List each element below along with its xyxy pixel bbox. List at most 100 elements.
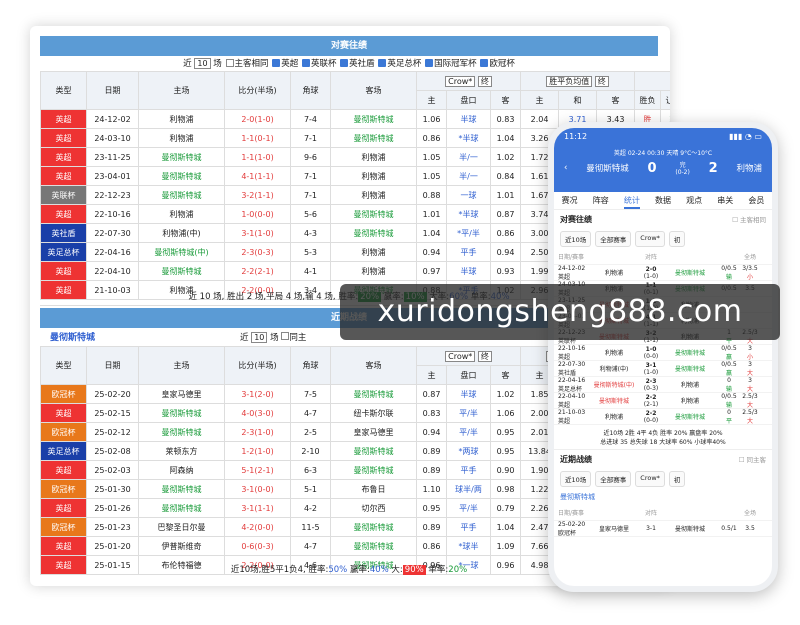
col-header: 角球 [290, 346, 331, 385]
home-team[interactable]: 曼彻斯特城 [138, 261, 225, 281]
away-team[interactable]: 曼彻斯特城 [330, 128, 417, 148]
tag-checkbox[interactable] [480, 59, 489, 67]
score: 3-1(1-1) [224, 498, 291, 518]
odds-select[interactable]: Crow* [445, 350, 476, 362]
tab-item[interactable]: 观点 [686, 192, 702, 209]
tag-checkbox[interactable] [272, 59, 281, 67]
teams: ‹ 曼彻斯特城 0 完 (0-2) 2 利物浦 [554, 160, 772, 177]
same-toggle[interactable]: ☐ 主客相同 [732, 214, 766, 225]
corners: 4-7 [290, 403, 331, 423]
home-team[interactable]: 曼彻斯特城(中) [138, 242, 225, 262]
type-badge: 英联杯 [40, 185, 87, 205]
filter-chip[interactable]: 初 [668, 231, 686, 247]
away-team[interactable]: 曼彻斯特城 [330, 536, 417, 556]
tab-item[interactable]: 串关 [717, 192, 733, 209]
away-team[interactable]: 皇家马德里 [330, 422, 417, 442]
league: 英超 [613, 150, 626, 157]
end-select[interactable]: 终 [477, 350, 492, 362]
filter-chip[interactable]: 全部赛事 [595, 231, 632, 247]
odds-select[interactable]: Crow* [445, 75, 476, 87]
back-icon[interactable]: ‹ [564, 163, 567, 173]
home-team[interactable]: 皇家马德里 [138, 384, 225, 404]
away-team[interactable]: 利物浦 [736, 162, 762, 174]
tab-item[interactable]: 赛况 [562, 192, 578, 209]
tag-checkbox[interactable] [301, 59, 310, 67]
home-team[interactable]: 曼彻斯特城 [586, 162, 629, 174]
col-header: 盘口 [446, 90, 491, 110]
home-team[interactable]: 利物浦 [138, 128, 225, 148]
away-team[interactable]: 利物浦 [330, 185, 417, 205]
same-checkbox[interactable] [225, 59, 234, 67]
home-team[interactable]: 曼彻斯特城 [138, 166, 225, 186]
away-team[interactable]: 曼彻斯特城 [330, 441, 417, 461]
tag-checkbox[interactable] [425, 59, 434, 67]
away-team[interactable]: 曼彻斯特城 [330, 223, 417, 243]
tab-item[interactable]: 统计 [623, 192, 640, 209]
home-team[interactable]: 莱顿东方 [138, 441, 225, 461]
tab-item[interactable]: 阵容 [593, 192, 609, 209]
home-team[interactable]: 巴黎圣日尔曼 [138, 517, 225, 537]
end-select[interactable]: 终 [477, 75, 492, 87]
away: 曼彻斯特城 [674, 270, 705, 277]
col-header: 日期 [86, 346, 139, 385]
filter-chip[interactable]: 近10场 [560, 471, 592, 487]
away-team[interactable]: 曼彻斯特城 [330, 204, 417, 224]
home-team[interactable]: 阿森纳 [138, 460, 225, 480]
avg-select-cell[interactable]: 胜平负均值 终 [520, 71, 636, 91]
list-item[interactable]: 22-04-10 英超 曼彻斯特城 2-2 (2-1) 利物浦 0/0.5 输 2.5/3 大 [554, 393, 772, 409]
odds-home: 0.94 [416, 422, 447, 442]
away-team[interactable]: 布鲁日 [330, 479, 417, 499]
list-item[interactable]: 25-02-20 欧冠杯 皇家马德里 3-1 曼彻斯特城 0.5/1 3.5 [554, 521, 772, 537]
list-item[interactable]: 22-07-30 英社盾 利物浦(中) 3-1 (1-0) 曼彻斯特城 0/0.5 赢 3 大 [554, 361, 772, 377]
away-team[interactable]: 切尔西 [330, 498, 417, 518]
unit-label: 场 [213, 59, 222, 69]
type-badge: 英足总杯 [40, 242, 87, 262]
list-item[interactable]: 24-12-02 英超 利物浦 2-0 (1-0) 曼彻斯特城 0/0.5 输 3/3.5 小 [554, 265, 772, 281]
odds-select-cell[interactable]: Crow* 终 [415, 71, 522, 91]
away-team[interactable]: 利物浦 [330, 166, 417, 186]
tag-checkbox[interactable] [340, 59, 349, 67]
avg-select[interactable]: 胜平负均值 [546, 75, 593, 87]
away-team[interactable]: 利物浦 [330, 147, 417, 167]
tag-checkbox[interactable] [378, 59, 387, 67]
away-team[interactable]: 曼彻斯特城 [330, 109, 417, 129]
away-team[interactable]: 曼彻斯特城 [330, 517, 417, 537]
list-item[interactable]: 22-04-16 英足总杯 曼彻斯特城(中) 2-3 (0-3) 利物浦 0 输 3 大 [554, 377, 772, 393]
score: 4-2(0-0) [224, 517, 291, 537]
list-item[interactable]: 22-10-16 英超 利物浦 1-0 (0-0) 曼彻斯特城 0/0.5 赢 3 小 [554, 345, 772, 361]
odds-select-cell[interactable]: Crow* 终 [415, 346, 522, 366]
handicap: 半/一 [446, 147, 491, 167]
away-team[interactable]: 曼彻斯特城 [330, 460, 417, 480]
home-team[interactable]: 利物浦(中) [138, 223, 225, 243]
home-team[interactable]: 利物浦 [138, 204, 225, 224]
home-team[interactable]: 曼彻斯特城 [138, 147, 225, 167]
home-team[interactable]: 曼彻斯特城 [138, 498, 225, 518]
score: 3-1(0-0) [224, 479, 291, 499]
home-team[interactable]: 曼彻斯特城 [138, 422, 225, 442]
away-team[interactable]: 纽卡斯尔联 [330, 403, 417, 423]
away-team[interactable]: 利物浦 [330, 242, 417, 262]
same-toggle[interactable]: ☐ 同主客 [739, 454, 766, 465]
home-team[interactable]: 曼彻斯特城 [138, 185, 225, 205]
home-team[interactable]: 利物浦 [138, 109, 225, 129]
away-team[interactable]: 利物浦 [330, 261, 417, 281]
all-select-cell[interactable]: 全场 [634, 71, 670, 91]
tab-item[interactable]: 会员 [748, 192, 764, 209]
filter-chip[interactable]: Crow* [635, 231, 665, 247]
away-team[interactable]: 曼彻斯特城 [330, 384, 417, 404]
end-select[interactable]: 终 [594, 75, 609, 87]
count-select[interactable]: 10 [194, 58, 211, 69]
list-item[interactable]: 21-10-03 英超 利物浦 2-2 (0-0) 曼彻斯特城 0 平 2.5/3 大 [554, 409, 772, 425]
filter-chip[interactable]: 近10场 [560, 231, 592, 247]
home-team[interactable]: 伊普斯维奇 [138, 536, 225, 556]
home-team[interactable]: 曼彻斯特城 [138, 479, 225, 499]
count-select[interactable]: 10 [251, 332, 268, 343]
filter-chip[interactable]: 初 [668, 471, 686, 487]
handicap: 平手 [446, 242, 491, 262]
col-full: 全场 [743, 254, 756, 261]
filter-chip[interactable]: 全部赛事 [595, 471, 632, 487]
home-team[interactable]: 曼彻斯特城 [138, 403, 225, 423]
tab-item[interactable]: 数据 [655, 192, 671, 209]
tag-label: 英足总杯 [387, 59, 422, 69]
filter-chip[interactable]: Crow* [635, 471, 665, 487]
